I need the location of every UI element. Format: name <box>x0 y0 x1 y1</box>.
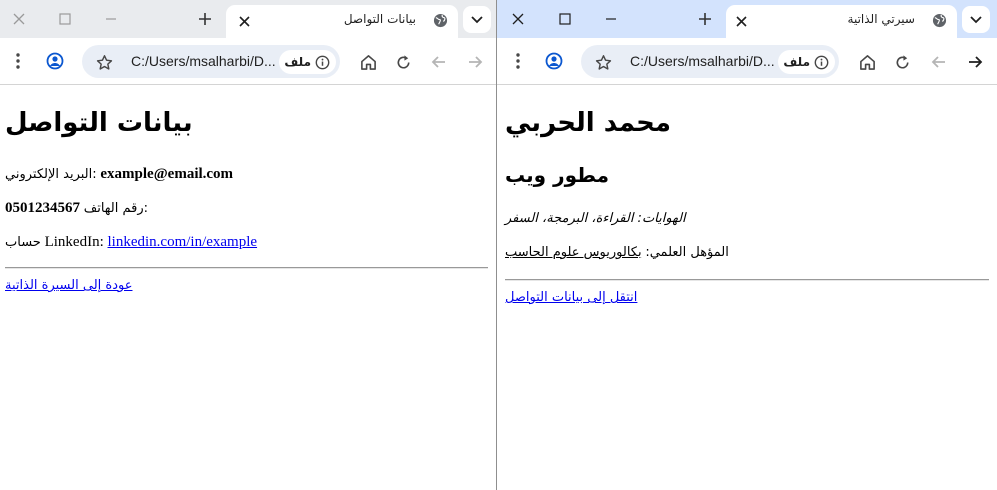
menu-icon[interactable] <box>8 49 28 73</box>
contact-link-line: انتقل إلى بيانات التواصل <box>505 289 637 306</box>
tab-title: بيانات التواصل <box>343 12 416 26</box>
reload-icon[interactable] <box>890 50 914 74</box>
qualification-label: المؤهل العلمي: <box>645 245 729 260</box>
back-icon[interactable] <box>427 50 451 74</box>
star-icon[interactable] <box>593 52 613 72</box>
profile-icon[interactable] <box>44 50 66 72</box>
contact-page-link[interactable]: انتقل إلى بيانات التواصل <box>505 290 637 305</box>
email-value: example@email.com <box>100 166 234 182</box>
chip-label: ملف <box>284 55 311 69</box>
back-link-line: عودة إلى السيرة الذاتية <box>5 277 132 294</box>
phone-label: رقم الهاتف: <box>83 201 149 216</box>
url-text[interactable]: C:/Users/msalharbi/D... <box>630 53 775 69</box>
address-bar[interactable]: C:/Users/msalharbi/D... ملف <box>82 45 340 78</box>
page-title: بيانات التواصل <box>5 108 193 138</box>
home-icon[interactable] <box>855 50 879 74</box>
forward-icon[interactable] <box>963 50 987 74</box>
phone-value: 0501234567 <box>5 200 80 216</box>
star-icon[interactable] <box>94 52 114 72</box>
reload-icon[interactable] <box>391 50 415 74</box>
forward-icon[interactable] <box>463 50 487 74</box>
back-to-cv-link[interactable]: عودة إلى السيرة الذاتية <box>5 278 132 293</box>
home-icon[interactable] <box>356 50 380 74</box>
new-tab-icon[interactable] <box>194 8 216 30</box>
tab-strip: سيرتي الذاتية <box>497 0 997 38</box>
address-bar[interactable]: C:/Users/msalharbi/D... ملف <box>581 45 839 78</box>
profile-icon[interactable] <box>543 50 565 72</box>
site-info-chip[interactable]: ملف <box>279 50 336 74</box>
linkedin-line: حساب LinkedIn: linkedin.com/in/example <box>5 234 257 251</box>
tab-strip: بيانات التواصل <box>0 0 496 38</box>
info-icon <box>315 55 330 70</box>
linkedin-prefix: حساب <box>5 235 41 250</box>
tab-contact[interactable]: بيانات التواصل <box>226 5 458 38</box>
email-label: البريد الإلكتروني: <box>5 167 97 182</box>
right-browser-window: سيرتي الذاتية C:/Users/msalharbi/D... مل… <box>497 0 997 490</box>
minimize-icon[interactable] <box>600 8 622 30</box>
linkedin-label: LinkedIn: <box>44 234 104 250</box>
menu-icon[interactable] <box>508 49 528 73</box>
divider <box>505 279 989 281</box>
globe-icon <box>931 12 947 28</box>
hobbies-text: الهوايات: القراءة، البرمجة، السفر <box>505 211 686 226</box>
tab-search-button[interactable] <box>463 6 491 33</box>
qualification-line: المؤهل العلمي: بكالوريوس علوم الحاسب <box>505 244 729 261</box>
linkedin-link[interactable]: linkedin.com/in/example <box>108 234 258 250</box>
info-icon <box>814 55 829 70</box>
page-subtitle: مطور ويب <box>505 163 609 187</box>
new-tab-icon[interactable] <box>694 8 716 30</box>
tab-search-icon <box>970 15 982 24</box>
page-title: محمد الحربي <box>505 108 671 138</box>
tab-search-icon <box>471 15 483 24</box>
left-browser-window: بيانات التواصل C:/Users/msalharbi/D... م… <box>0 0 497 490</box>
tab-close-icon[interactable] <box>234 11 254 31</box>
minimize-icon[interactable] <box>100 8 122 30</box>
globe-icon <box>432 12 448 28</box>
qualification-value: بكالوريوس علوم الحاسب <box>505 245 642 260</box>
url-text[interactable]: C:/Users/msalharbi/D... <box>131 53 276 69</box>
tab-search-button[interactable] <box>962 6 990 33</box>
tab-title: سيرتي الذاتية <box>847 12 915 26</box>
maximize-icon[interactable] <box>554 8 576 30</box>
email-line: البريد الإلكتروني: example@email.com <box>5 166 233 183</box>
close-icon[interactable] <box>8 8 30 30</box>
tab-cv[interactable]: سيرتي الذاتية <box>726 5 957 38</box>
close-icon[interactable] <box>507 8 529 30</box>
tab-close-icon[interactable] <box>731 11 751 31</box>
phone-line: 0501234567 رقم الهاتف: <box>5 200 148 217</box>
maximize-icon[interactable] <box>54 8 76 30</box>
hobbies-line: الهوايات: القراءة، البرمجة، السفر <box>505 210 686 227</box>
site-info-chip[interactable]: ملف <box>778 50 835 74</box>
chip-label: ملف <box>783 55 810 69</box>
divider <box>5 267 488 269</box>
back-icon[interactable] <box>927 50 951 74</box>
